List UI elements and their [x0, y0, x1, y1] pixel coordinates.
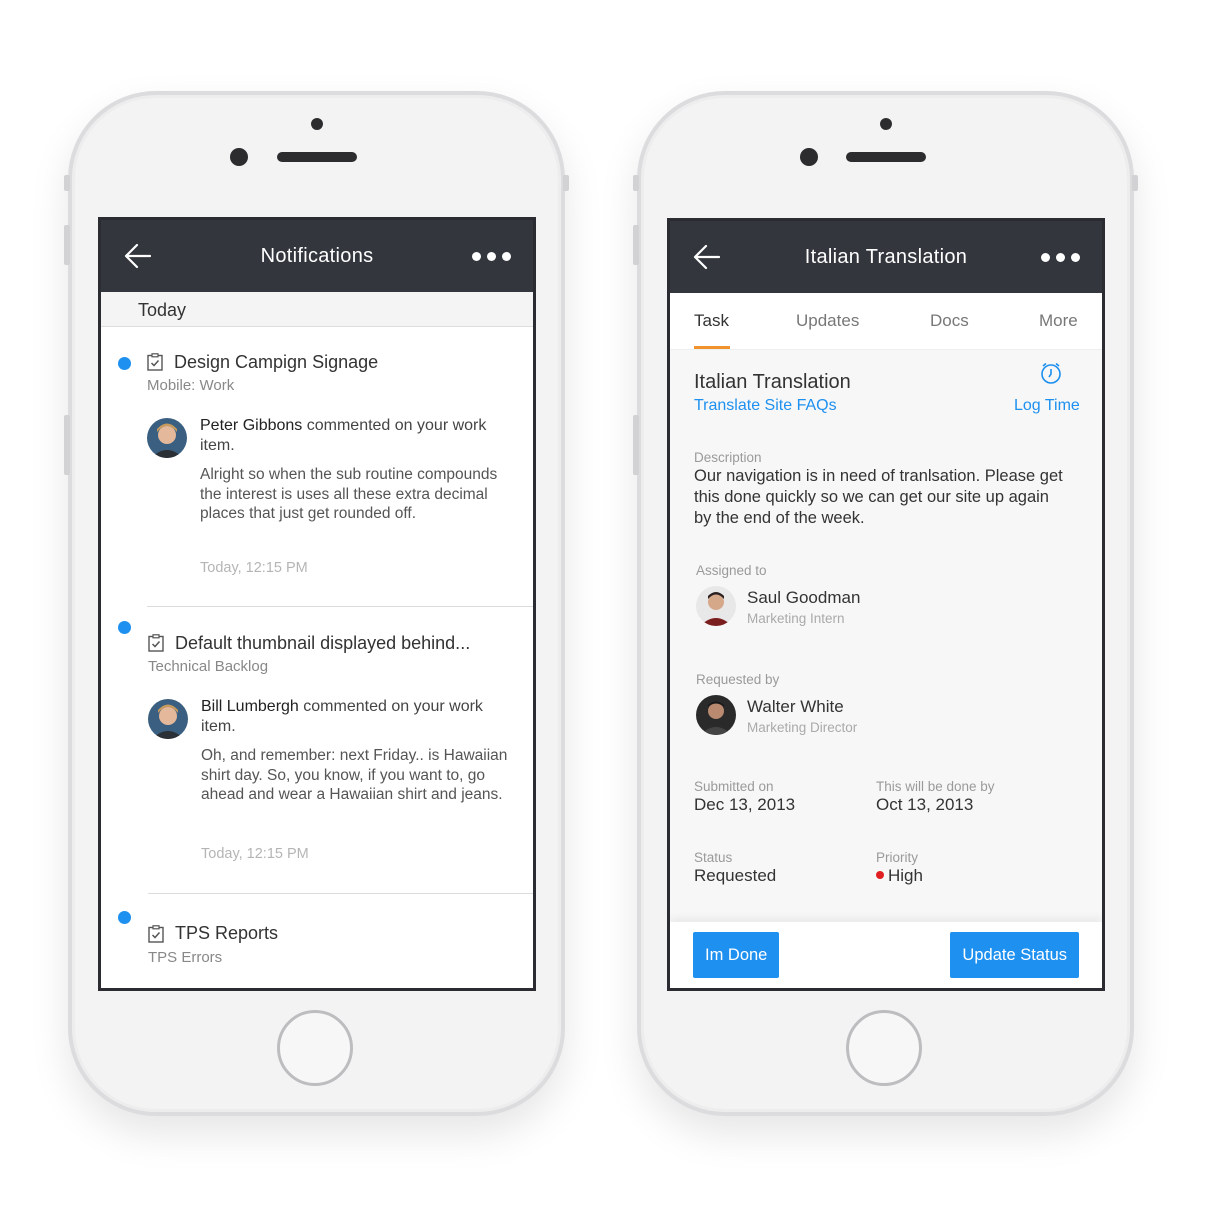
assignee-avatar: [696, 586, 736, 626]
more-options-icon[interactable]: [1041, 253, 1080, 262]
update-status-button[interactable]: Update Status: [950, 932, 1079, 978]
comment-body: Alright so when the sub routine compound…: [200, 466, 498, 522]
comment-body: Oh, and remember: next Friday.. is Hawai…: [201, 747, 508, 803]
task-detail-screen: Italian Translation Task Updates Docs Mo…: [667, 218, 1105, 991]
notification-item[interactable]: Default thumbnail displayed behind... Te…: [101, 608, 533, 892]
unread-indicator: [118, 357, 131, 370]
submitted-on-label: Submitted on: [694, 779, 774, 794]
phone-right: Italian Translation Task Updates Docs Mo…: [633, 91, 1138, 1116]
task-checkbox-icon: [148, 925, 164, 943]
comment-timestamp: Today, 12:15 PM: [201, 846, 309, 862]
volume-up-button: [633, 225, 639, 265]
task-checkbox-icon: [147, 353, 163, 371]
mute-switch: [633, 175, 639, 191]
home-button[interactable]: [277, 1010, 353, 1086]
page-title: Italian Translation: [804, 246, 968, 268]
task-parent-link[interactable]: Translate Site FAQs: [694, 397, 837, 415]
divider: [147, 606, 533, 607]
notification-title: TPS Reports: [175, 923, 279, 943]
avatar: [147, 418, 187, 458]
navbar: Italian Translation: [670, 221, 1102, 293]
front-camera: [230, 148, 248, 166]
notification-project: TPS Errors: [148, 949, 223, 966]
unread-indicator: [118, 621, 131, 634]
status-value: Requested: [694, 866, 777, 885]
volume-down-button: [633, 415, 639, 475]
mute-switch: [64, 175, 70, 191]
status-label: Status: [694, 850, 733, 865]
section-header-today: Today: [101, 292, 533, 327]
page-title: Notifications: [260, 245, 374, 267]
unread-indicator: [118, 911, 131, 924]
volume-down-button: [64, 415, 70, 475]
notification-item[interactable]: Design Campign Signage Mobile: Work Pete…: [101, 327, 533, 607]
submitted-date: Dec 13, 2013: [694, 795, 796, 814]
more-options-icon[interactable]: [472, 252, 511, 261]
notification-project: Technical Backlog: [148, 658, 269, 675]
assigned-to-label: Assigned to: [696, 563, 767, 578]
tab-more[interactable]: More: [1039, 293, 1078, 349]
power-button: [563, 175, 569, 191]
comment-header: Peter Gibbons commented on your work ite…: [200, 416, 520, 456]
notification-title: Design Campign Signage: [174, 352, 379, 372]
comment-author[interactable]: Peter Gibbons: [200, 417, 302, 434]
requester-role: Marketing Director: [747, 720, 858, 735]
requester-name[interactable]: Walter White: [747, 697, 844, 717]
due-date-label: This will be done by: [876, 779, 995, 794]
priority-label: Priority: [876, 850, 919, 865]
proximity-sensor: [880, 118, 892, 130]
proximity-sensor: [311, 118, 323, 130]
task-checkbox-icon: [148, 634, 164, 652]
stopwatch-icon[interactable]: [1038, 360, 1064, 386]
tab-task[interactable]: Task: [694, 293, 729, 349]
front-camera: [800, 148, 818, 166]
due-date: Oct 13, 2013: [876, 795, 974, 814]
navbar: Notifications: [101, 220, 533, 292]
divider: [148, 893, 533, 894]
phone-left: Notifications Today Design Campign Signa…: [64, 91, 569, 1116]
log-time-link[interactable]: Log Time: [1014, 397, 1080, 415]
back-arrow-icon[interactable]: [692, 243, 722, 271]
avatar: [148, 699, 188, 739]
task-detail-content: Italian Translation Translate Site FAQs …: [670, 350, 1102, 988]
description-label: Description: [694, 450, 762, 465]
tab-updates[interactable]: Updates: [796, 293, 859, 349]
volume-up-button: [64, 225, 70, 265]
priority-value: High: [876, 866, 923, 886]
notification-item[interactable]: TPS Reports TPS Errors: [101, 895, 533, 988]
notifications-screen: Notifications Today Design Campign Signa…: [98, 217, 536, 991]
notification-title: Default thumbnail displayed behind...: [175, 633, 471, 653]
home-button[interactable]: [846, 1010, 922, 1086]
comment-timestamp: Today, 12:15 PM: [200, 560, 308, 576]
requester-avatar: [696, 695, 736, 735]
priority-high-indicator: [876, 870, 884, 879]
comment-header: Bill Lumbergh commented on your work ite…: [201, 697, 521, 737]
assignee-role: Marketing Intern: [747, 611, 845, 626]
power-button: [1132, 175, 1138, 191]
active-tab-indicator: [694, 346, 730, 349]
description-text: Our navigation is in need of tranlsation…: [694, 467, 1063, 527]
im-done-button[interactable]: Im Done: [693, 932, 780, 978]
comment-author[interactable]: Bill Lumbergh: [201, 698, 299, 715]
tab-bar: Task Updates Docs More: [670, 293, 1102, 350]
assignee-name[interactable]: Saul Goodman: [747, 588, 860, 608]
task-title: Italian Translation: [694, 371, 851, 393]
action-bar: Im Done Update Status: [670, 922, 1102, 988]
requested-by-label: Requested by: [696, 672, 780, 687]
priority-text: High: [888, 866, 923, 885]
earpiece-speaker: [277, 152, 357, 162]
tab-docs[interactable]: Docs: [930, 293, 969, 349]
back-arrow-icon[interactable]: [123, 242, 153, 270]
earpiece-speaker: [846, 152, 926, 162]
notification-project: Mobile: Work: [147, 377, 235, 394]
